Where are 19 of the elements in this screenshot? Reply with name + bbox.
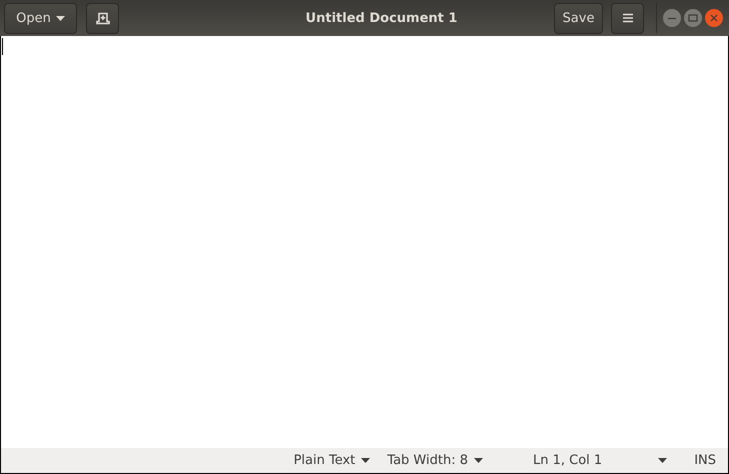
save-button[interactable]: Save (554, 2, 603, 34)
minimize-icon[interactable] (663, 9, 681, 27)
new-tab-button[interactable] (86, 2, 119, 34)
maximize-icon[interactable] (684, 9, 702, 27)
cursor-position: Ln 1, Col 1 (532, 453, 602, 468)
window-title: Untitled Document 1 (304, 10, 458, 26)
new-tab-icon (96, 12, 110, 24)
language-dropdown[interactable]: Plain Text (294, 453, 370, 468)
position-dropdown[interactable] (658, 458, 668, 463)
caret-icon (474, 458, 483, 463)
tab-width-dropdown[interactable]: Tab Width: 8 (387, 453, 483, 468)
menu-button[interactable] (611, 2, 644, 34)
menu-icon (622, 13, 632, 23)
caret-icon (658, 458, 668, 463)
caret-icon (56, 16, 65, 20)
close-icon[interactable] (705, 9, 723, 27)
caret-icon (361, 458, 370, 463)
insert-mode: INS (694, 453, 716, 468)
open-button[interactable]: Open (4, 2, 77, 34)
